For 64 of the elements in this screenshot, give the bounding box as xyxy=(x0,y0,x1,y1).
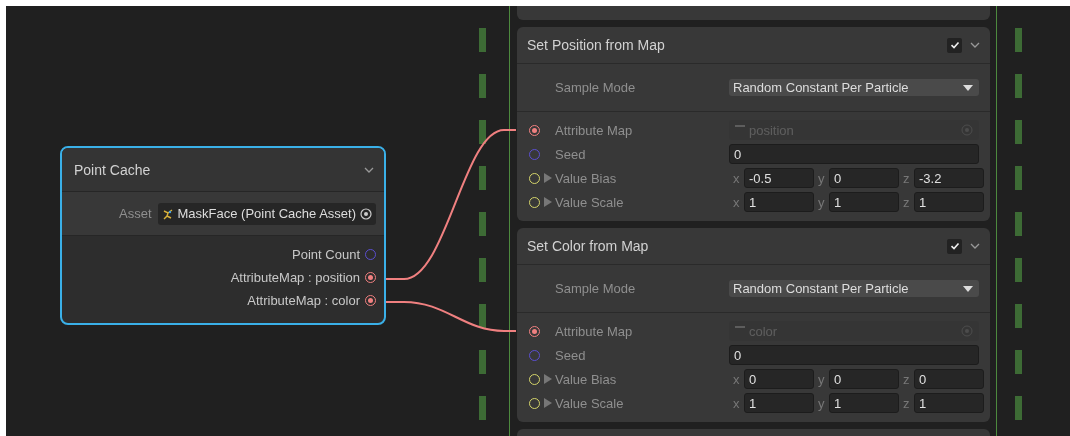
connection-wire[interactable] xyxy=(385,129,517,280)
input-label: Value Scale xyxy=(555,395,625,411)
node-title: Point Cache xyxy=(74,161,152,178)
sample-mode-dropdown[interactable]: Random Constant Per Particle xyxy=(729,280,979,297)
seed-field[interactable]: 0 xyxy=(729,345,979,365)
block-title: Set Position from Map xyxy=(527,37,666,53)
input-label: Value Scale xyxy=(555,194,625,210)
number-field[interactable]: 1 xyxy=(914,393,984,413)
axis-label: z xyxy=(902,395,911,411)
field-label: Sample Mode xyxy=(554,281,637,296)
number-field[interactable]: 0 xyxy=(829,168,899,188)
chevron-icon[interactable] xyxy=(970,42,980,48)
axis-label: z xyxy=(902,194,911,210)
axis-label: y xyxy=(817,395,826,411)
axis-label: x xyxy=(732,371,741,387)
seed-field[interactable]: 0 xyxy=(729,144,979,164)
number-field[interactable]: 1 xyxy=(914,192,984,212)
output-label: AttributeMap : color xyxy=(247,293,360,308)
point-cache-node[interactable]: Point Cache Asset MaskFace (Point Cache Asset) Point Count AttributeMap : position AttributeMap : color xyxy=(60,146,386,325)
enable-checkbox[interactable] xyxy=(947,238,962,254)
number-field[interactable]: -0.5 xyxy=(744,168,814,188)
checkmark-icon xyxy=(949,241,960,251)
input-label: Seed xyxy=(555,347,587,363)
axis-label: y xyxy=(817,170,826,186)
number-field[interactable]: 1 xyxy=(744,393,814,413)
input-label: Attribute Map xyxy=(555,122,634,138)
expand-arrow-icon[interactable] xyxy=(544,374,552,384)
number-field[interactable]: 1 xyxy=(744,192,814,212)
dropdown-arrow-icon xyxy=(963,84,973,91)
axis-label: x xyxy=(732,395,741,411)
axis-label: x xyxy=(732,170,741,186)
expand-arrow-icon[interactable] xyxy=(544,173,552,183)
axis-label: y xyxy=(817,371,826,387)
expand-arrow-icon[interactable] xyxy=(544,197,552,207)
axis-label: x xyxy=(732,194,741,210)
block-title: Set Color from Map xyxy=(527,238,650,254)
number-field[interactable]: 0 xyxy=(829,369,899,389)
chevron-icon[interactable] xyxy=(970,243,980,249)
dropdown-arrow-icon xyxy=(963,285,973,292)
number-field[interactable]: 1 xyxy=(829,192,899,212)
axis-label: z xyxy=(902,170,911,186)
asset-field[interactable]: MaskFace (Point Cache Asset) xyxy=(157,202,376,225)
chevron-icon[interactable] xyxy=(364,166,374,173)
input-label: Value Bias xyxy=(555,371,618,387)
object-picker-icon[interactable] xyxy=(360,207,372,220)
output-label: Point Count xyxy=(292,247,360,262)
asset-icon xyxy=(161,207,174,220)
number-field[interactable]: -3.2 xyxy=(914,168,984,188)
checkmark-icon xyxy=(949,40,960,50)
input-label: Attribute Map xyxy=(555,323,634,339)
enable-checkbox[interactable] xyxy=(947,37,962,53)
input-label: Seed xyxy=(555,146,587,162)
axis-label: y xyxy=(817,194,826,210)
number-field[interactable]: 0 xyxy=(744,369,814,389)
number-field[interactable]: 0 xyxy=(914,369,984,389)
field-label: Sample Mode xyxy=(554,80,637,95)
connection-wire[interactable] xyxy=(385,301,517,332)
number-field[interactable]: 1 xyxy=(829,393,899,413)
sample-mode-dropdown[interactable]: Random Constant Per Particle xyxy=(729,79,979,96)
field-label: Asset xyxy=(119,206,152,221)
axis-label: z xyxy=(902,371,911,387)
output-label: AttributeMap : position xyxy=(230,270,360,285)
expand-arrow-icon[interactable] xyxy=(544,398,552,408)
input-label: Value Bias xyxy=(555,170,618,186)
